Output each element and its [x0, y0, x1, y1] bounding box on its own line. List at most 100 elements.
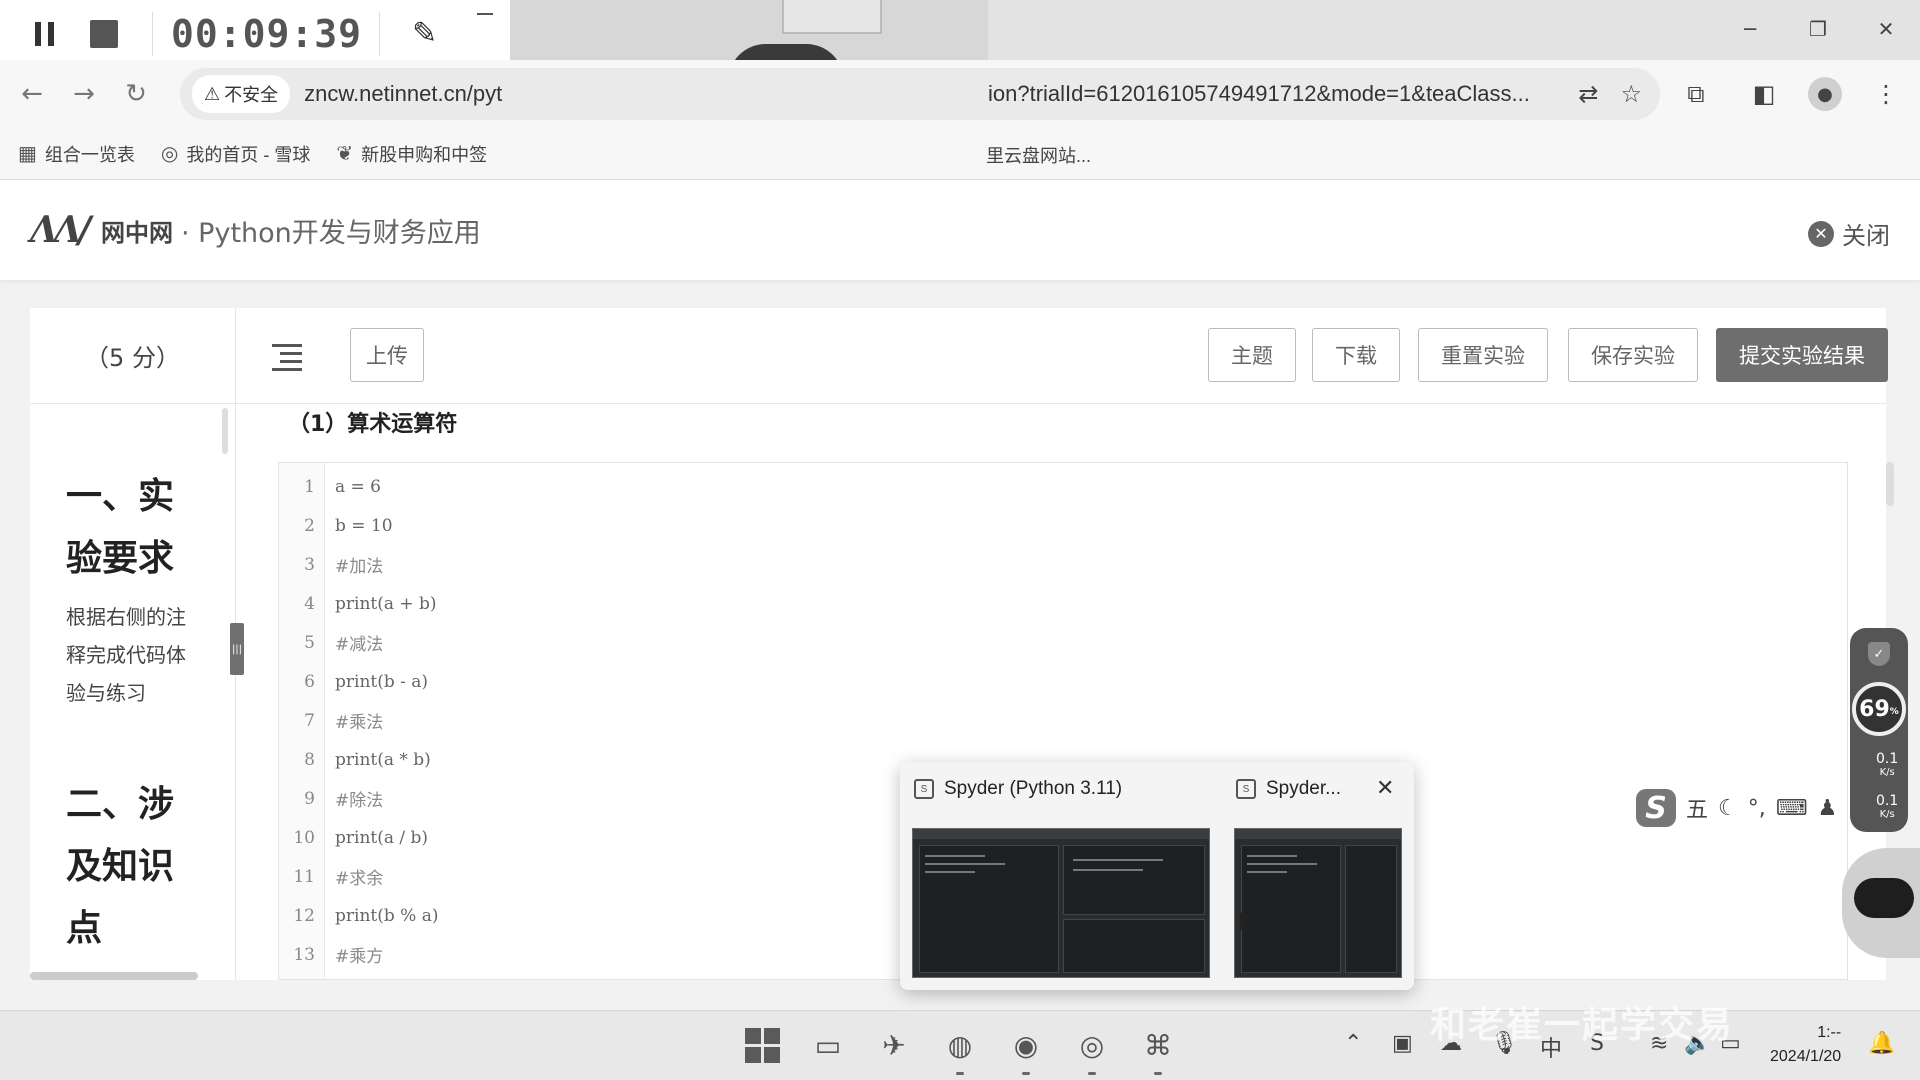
code-line[interactable]: 5 #减法: [279, 623, 1779, 662]
bookmark-item[interactable]: ▦ 组合一览表: [18, 141, 135, 167]
file-explorer-icon[interactable]: ▭: [808, 1025, 848, 1065]
lab-toolbar: 上传 主题 下载 重置实验 保存实验 提交实验结果: [236, 308, 1888, 404]
start-button[interactable]: [742, 1025, 782, 1065]
pane-splitter-handle[interactable]: |||: [230, 623, 244, 675]
user-icon[interactable]: ♟: [1818, 796, 1838, 821]
submit-button[interactable]: 提交实验结果: [1716, 328, 1888, 382]
requirements-heading: 一、实: [66, 476, 175, 517]
translate-icon[interactable]: ⇄: [1578, 80, 1598, 108]
course-title: · Python开发与财务应用: [181, 217, 481, 249]
upload-button[interactable]: 上传: [350, 328, 424, 382]
profile-avatar[interactable]: ●: [1808, 77, 1842, 111]
app-icon[interactable]: ◍: [940, 1025, 980, 1075]
line-number: 4: [304, 593, 315, 614]
code-text: #乘法: [335, 713, 384, 733]
pen-icon[interactable]: ✎: [412, 16, 437, 51]
side-panel-icon[interactable]: ◧: [1740, 70, 1788, 118]
menu-icon[interactable]: ⋮: [1862, 70, 1910, 118]
address-bar[interactable]: ⚠ 不安全 zncw.netinnet.cn/pyt ion?trialId=6…: [180, 68, 1660, 120]
line-number: 6: [304, 671, 315, 692]
forward-button[interactable]: →: [58, 68, 110, 120]
horizontal-scrollbar[interactable]: [30, 972, 198, 980]
snowball-icon: ◎: [160, 143, 179, 165]
thumbnail-title[interactable]: S Spyder (Python 3.11): [914, 778, 1122, 800]
bookmarks-bar: ▦ 组合一览表 ◎ 我的首页 - 雪球 ❦ 新股申购和中签 里云盘网站...: [0, 128, 1920, 180]
system-clock[interactable]: 1:-- 2024/1/20: [1770, 1021, 1841, 1069]
line-number: 3: [304, 554, 315, 575]
line-number: 9: [304, 788, 315, 809]
recording-timer: 00:09:39: [171, 11, 363, 56]
line-number: 8: [304, 749, 315, 770]
close-button[interactable]: ✕ 关闭: [1808, 216, 1890, 251]
notification-icon[interactable]: 🔔: [1868, 1031, 1895, 1056]
upload-speed: 0.1 K/s: [1876, 751, 1899, 778]
video-watermark: 和老崔一起学交易: [1430, 1005, 1735, 1046]
spyder-window-preview[interactable]: [912, 828, 1210, 978]
code-line[interactable]: 2 b = 10: [279, 506, 1779, 545]
extensions-icon[interactable]: ⧉: [1672, 70, 1720, 118]
code-text: print(a + b): [335, 593, 437, 614]
reload-button[interactable]: ↻: [110, 68, 162, 120]
leaf-icon: ❦: [336, 143, 354, 165]
site-logo-text: 网中网: [101, 218, 174, 247]
line-number: 2: [304, 515, 315, 536]
spyder-window-preview[interactable]: [1234, 828, 1402, 978]
requirements-pane[interactable]: 一、实 验要求 根据右侧的注释完成代码体验与练习 二、涉 及知识 点: [30, 404, 236, 980]
line-number: 11: [293, 866, 315, 887]
line-number: 5: [304, 632, 315, 653]
save-button[interactable]: 保存实验: [1568, 328, 1698, 382]
vertical-scrollbar[interactable]: [1886, 462, 1894, 506]
recorder-minimize-icon[interactable]: [477, 12, 494, 15]
site-logo-icon[interactable]: ΛΛ/: [30, 209, 91, 251]
spyder-icon[interactable]: ⌘: [1138, 1025, 1178, 1075]
code-text: b = 10: [335, 515, 393, 536]
restore-button[interactable]: ❐: [1784, 0, 1852, 58]
reset-button[interactable]: 重置实验: [1418, 328, 1548, 382]
code-line[interactable]: 1 a = 6: [279, 467, 1779, 506]
pause-button[interactable]: [14, 4, 74, 64]
spyder-icon: S: [914, 779, 934, 799]
ime-toolbar: S 五 ☾ °, ⌨ ♟: [1636, 786, 1842, 830]
vertical-scrollbar[interactable]: [222, 408, 228, 454]
assistant-robot-icon[interactable]: [1842, 848, 1920, 958]
back-button[interactable]: ←: [6, 68, 58, 120]
feishu-icon[interactable]: ✈: [874, 1025, 914, 1065]
network-speed-widget[interactable]: ✓ 69% 0.1 K/s 0.1 K/s: [1850, 628, 1908, 832]
sogou-ime-icon[interactable]: S: [1636, 789, 1676, 827]
security-label: 不安全: [224, 85, 279, 105]
stop-button[interactable]: [74, 4, 134, 64]
download-speed: 0.1 K/s: [1876, 793, 1899, 820]
code-text: #减法: [335, 635, 384, 655]
tray-app-icon[interactable]: ▣: [1392, 1031, 1413, 1056]
thumbnail-close-button[interactable]: ✕: [1376, 776, 1394, 801]
thumbnail-title[interactable]: S Spyder...: [1236, 778, 1341, 800]
code-line[interactable]: 7 #乘法: [279, 701, 1779, 740]
download-button[interactable]: 下载: [1312, 328, 1400, 382]
media-app-icon[interactable]: ◎: [1072, 1025, 1112, 1075]
window-close-button[interactable]: ✕: [1852, 0, 1920, 58]
bookmark-item[interactable]: 里云盘网站...: [986, 142, 1091, 168]
windows-logo-icon: [744, 1027, 780, 1063]
code-line[interactable]: 6 print(b - a): [279, 662, 1779, 701]
minimize-button[interactable]: ─: [1716, 0, 1784, 58]
chrome-icon[interactable]: ◉: [1006, 1025, 1046, 1075]
knowledge-heading: 及知识: [66, 846, 175, 887]
code-line[interactable]: 4 print(a + b): [279, 584, 1779, 623]
knowledge-heading: 二、涉: [66, 784, 175, 825]
theme-button[interactable]: 主题: [1208, 328, 1296, 382]
punctuation-icon[interactable]: °,: [1748, 796, 1766, 821]
outdent-icon[interactable]: [272, 344, 302, 372]
code-line[interactable]: 3 #加法: [279, 545, 1779, 584]
bookmark-item[interactable]: ❦ 新股申购和中签: [336, 141, 487, 167]
taskbar-thumbnail-popup: S Spyder (Python 3.11) S Spyder... ✕: [900, 762, 1414, 990]
code-text: print(b % a): [335, 905, 439, 926]
ime-mode-label[interactable]: 五: [1686, 792, 1708, 824]
moon-icon[interactable]: ☾: [1718, 796, 1738, 821]
bookmark-star-icon[interactable]: ☆: [1620, 80, 1642, 108]
code-text: print(a / b): [335, 827, 429, 848]
bookmark-item[interactable]: ◎ 我的首页 - 雪球: [161, 141, 310, 167]
keyboard-icon[interactable]: ⌨: [1776, 796, 1808, 821]
security-chip[interactable]: ⚠ 不安全: [192, 75, 291, 113]
shield-icon: ✓: [1868, 642, 1890, 666]
chevron-up-icon[interactable]: ⌃: [1344, 1031, 1362, 1056]
